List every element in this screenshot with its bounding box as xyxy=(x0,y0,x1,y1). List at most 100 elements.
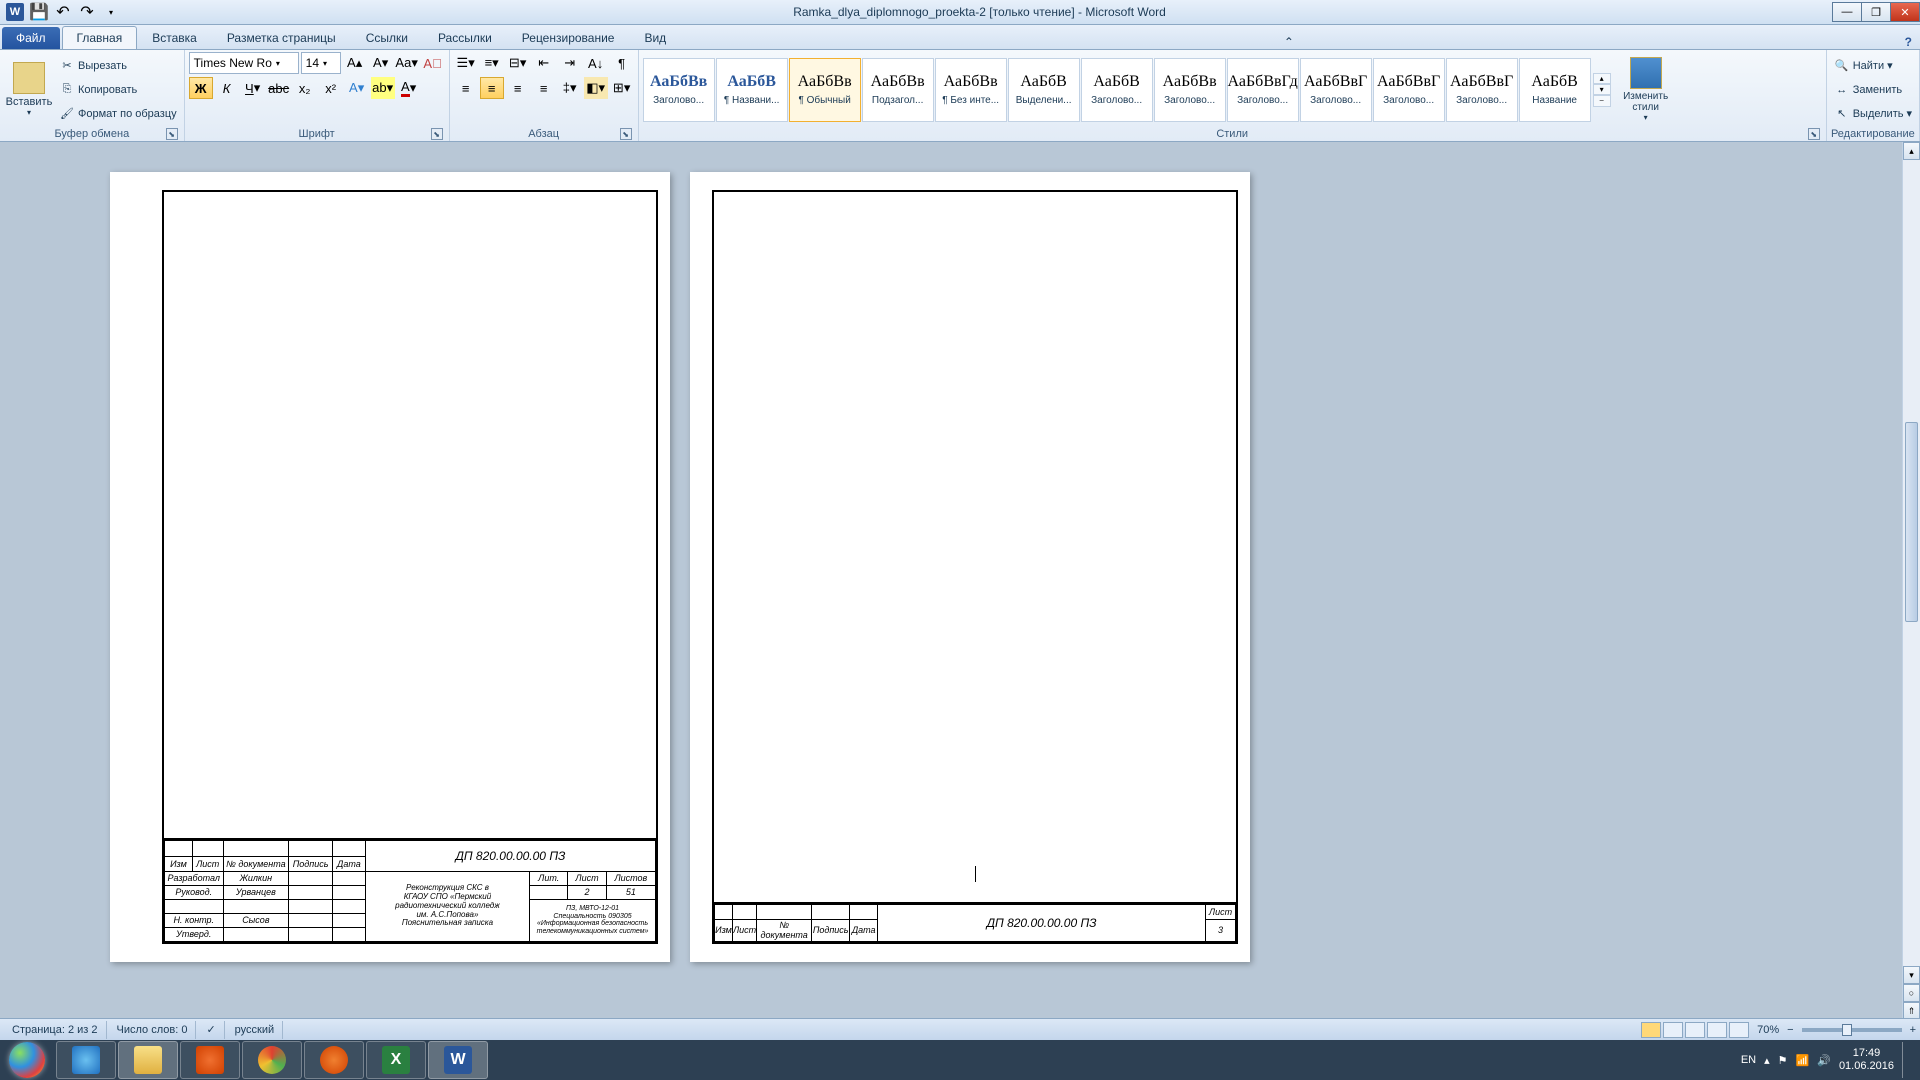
tray-show-hidden[interactable]: ▴ xyxy=(1764,1054,1770,1067)
help-button[interactable]: ? xyxy=(1897,35,1920,49)
style-item[interactable]: АаБбВ¶ Названи... xyxy=(716,58,788,122)
show-desktop-button[interactable] xyxy=(1902,1042,1912,1078)
task-firefox[interactable] xyxy=(304,1041,364,1079)
tray-volume-icon[interactable]: 🔊 xyxy=(1817,1054,1831,1067)
web-layout-view[interactable] xyxy=(1685,1022,1705,1038)
tab-file[interactable]: Файл xyxy=(2,27,60,49)
minimize-button[interactable]: — xyxy=(1832,2,1862,22)
bold-button[interactable]: Ж xyxy=(189,77,213,99)
tab-home[interactable]: Главная xyxy=(62,26,138,49)
multilevel-list-button[interactable]: ⊟▾ xyxy=(506,52,530,74)
language-indicator[interactable]: русский xyxy=(227,1021,283,1039)
tab-references[interactable]: Ссылки xyxy=(351,26,423,49)
zoom-out-button[interactable]: − xyxy=(1787,1024,1793,1036)
style-item[interactable]: АаБбВвГЗаголово... xyxy=(1446,58,1518,122)
dialog-launcher[interactable]: ⬊ xyxy=(620,128,632,140)
scroll-up-button[interactable]: ▴ xyxy=(1903,142,1920,160)
gallery-row-up[interactable]: ▴ xyxy=(1593,73,1611,84)
font-name-combo[interactable]: Times New Ro▾ xyxy=(189,52,299,74)
tray-clock[interactable]: 17:4901.06.2016 xyxy=(1839,1047,1894,1073)
dialog-launcher[interactable]: ⬊ xyxy=(166,128,178,140)
task-chrome[interactable] xyxy=(242,1041,302,1079)
clear-formatting-button[interactable]: A⃠ xyxy=(421,52,445,74)
style-item[interactable]: АаБбВвГЗаголово... xyxy=(1373,58,1445,122)
vertical-scrollbar[interactable]: ▴ ▾ ○ ⇑ ⇓ xyxy=(1902,142,1920,1038)
font-size-combo[interactable]: 14▾ xyxy=(301,52,341,74)
task-word[interactable]: W xyxy=(428,1041,488,1079)
tray-flag-icon[interactable]: ⚑ xyxy=(1778,1054,1788,1067)
qat-customize[interactable]: ▾ xyxy=(100,2,122,22)
find-button[interactable]: 🔍Найти▾ xyxy=(1831,55,1915,77)
sort-button[interactable]: A↓ xyxy=(584,52,608,74)
undo-button[interactable]: ↶ xyxy=(52,2,74,22)
word-count[interactable]: Число слов: 0 xyxy=(109,1021,197,1039)
align-right-button[interactable]: ≡ xyxy=(506,77,530,99)
grow-font-button[interactable]: A▴ xyxy=(343,52,367,74)
italic-button[interactable]: К xyxy=(215,77,239,99)
style-item[interactable]: АаБбВв¶ Без инте... xyxy=(935,58,1007,122)
format-painter-button[interactable]: 🖌Формат по образцу xyxy=(56,103,180,125)
select-button[interactable]: ↖Выделить▾ xyxy=(1831,103,1915,125)
tab-layout[interactable]: Разметка страницы xyxy=(212,26,351,49)
copy-button[interactable]: ⎘Копировать xyxy=(56,79,180,101)
strikethrough-button[interactable]: abc xyxy=(267,77,291,99)
shrink-font-button[interactable]: A▾ xyxy=(369,52,393,74)
gallery-row-down[interactable]: ▾ xyxy=(1593,84,1611,95)
style-item[interactable]: АаБбВНазвание xyxy=(1519,58,1591,122)
redo-button[interactable]: ↷ xyxy=(76,2,98,22)
dialog-launcher[interactable]: ⬊ xyxy=(1808,128,1820,140)
close-button[interactable]: ✕ xyxy=(1890,2,1920,22)
tray-language[interactable]: EN xyxy=(1741,1054,1756,1066)
text-effects-button[interactable]: A▾ xyxy=(345,77,369,99)
style-item[interactable]: АаБбВвПодзагол... xyxy=(862,58,934,122)
shading-button[interactable]: ◧▾ xyxy=(584,77,608,99)
bullets-button[interactable]: ☰▾ xyxy=(454,52,478,74)
zoom-in-button[interactable]: + xyxy=(1910,1024,1916,1036)
zoom-level[interactable]: 70% xyxy=(1757,1024,1779,1036)
style-item[interactable]: АаБбВвЗаголово... xyxy=(1154,58,1226,122)
print-layout-view[interactable] xyxy=(1641,1022,1661,1038)
task-ie[interactable] xyxy=(56,1041,116,1079)
save-button[interactable]: 💾 xyxy=(28,2,50,22)
borders-button[interactable]: ⊞▾ xyxy=(610,77,634,99)
word-icon[interactable]: W xyxy=(4,2,26,22)
proofing-icon[interactable]: ✓ xyxy=(198,1021,224,1039)
superscript-button[interactable]: x² xyxy=(319,77,343,99)
style-item[interactable]: АаБбВвЗаголово... xyxy=(643,58,715,122)
change-case-button[interactable]: Aa▾ xyxy=(395,52,419,74)
gallery-more-button[interactable]: ⎯ xyxy=(1593,95,1611,107)
minimize-ribbon-button[interactable]: ⌃ xyxy=(1276,35,1302,49)
outline-view[interactable] xyxy=(1707,1022,1727,1038)
tab-view[interactable]: Вид xyxy=(629,26,681,49)
style-item[interactable]: АаБбВВыделени... xyxy=(1008,58,1080,122)
underline-button[interactable]: Ч▾ xyxy=(241,77,265,99)
style-item[interactable]: АаБбВвГдЗаголово... xyxy=(1227,58,1299,122)
document-area[interactable]: ДП 820.00.00.00 ПЗ ИзмЛист№ документаПод… xyxy=(0,142,1920,1038)
fullscreen-view[interactable] xyxy=(1663,1022,1683,1038)
align-left-button[interactable]: ≡ xyxy=(454,77,478,99)
zoom-slider[interactable] xyxy=(1802,1028,1902,1032)
page-2[interactable]: ДП 820.00.00.00 ПЗ Лист ИзмЛист№ докумен… xyxy=(690,172,1250,962)
increase-indent-button[interactable]: ⇥ xyxy=(558,52,582,74)
style-item[interactable]: АаБбВвГЗаголово... xyxy=(1300,58,1372,122)
task-excel[interactable]: X xyxy=(366,1041,426,1079)
replace-button[interactable]: ↔Заменить xyxy=(1831,79,1915,101)
scroll-down-button[interactable]: ▾ xyxy=(1903,966,1920,984)
scroll-thumb[interactable] xyxy=(1905,422,1918,622)
numbering-button[interactable]: ≡▾ xyxy=(480,52,504,74)
justify-button[interactable]: ≡ xyxy=(532,77,556,99)
highlight-button[interactable]: ab▾ xyxy=(371,77,395,99)
page-indicator[interactable]: Страница: 2 из 2 xyxy=(4,1021,107,1039)
browse-object-button[interactable]: ○ xyxy=(1903,984,1920,1002)
align-center-button[interactable]: ≡ xyxy=(480,77,504,99)
line-spacing-button[interactable]: ‡▾ xyxy=(558,77,582,99)
tray-network-icon[interactable]: 📶 xyxy=(1796,1054,1810,1067)
style-item[interactable]: АаБбВв¶ Обычный xyxy=(789,58,861,122)
font-color-button[interactable]: A▾ xyxy=(397,77,421,99)
paste-button[interactable]: Вставить▾ xyxy=(4,55,54,125)
tab-insert[interactable]: Вставка xyxy=(137,26,212,49)
page-1[interactable]: ДП 820.00.00.00 ПЗ ИзмЛист№ документаПод… xyxy=(110,172,670,962)
cut-button[interactable]: ✂Вырезать xyxy=(56,55,180,77)
start-button[interactable] xyxy=(0,1040,54,1080)
decrease-indent-button[interactable]: ⇤ xyxy=(532,52,556,74)
